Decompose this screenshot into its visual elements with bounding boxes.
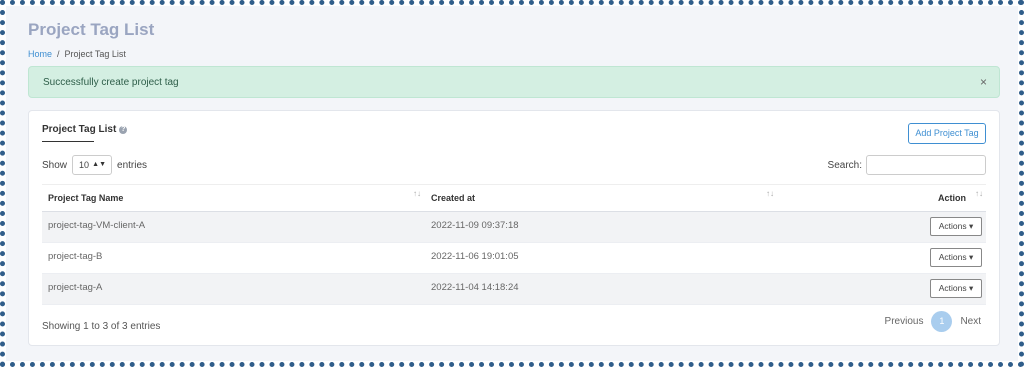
card-title-underline: [42, 141, 94, 142]
card-title-text: Project Tag List: [42, 124, 117, 135]
created-at-cell: 2022-11-09 09:37:18: [431, 220, 519, 231]
add-project-tag-button[interactable]: Add Project Tag: [908, 123, 986, 144]
tag-name-cell: project-tag-VM-client-A: [48, 220, 146, 231]
pagination: Previous 1 Next: [885, 311, 981, 332]
created-at-cell: 2022-11-06 19:01:05: [431, 251, 519, 262]
column-header-action: Action: [938, 193, 966, 203]
select-arrow-icon: ▲▼: [92, 161, 107, 168]
next-page-button[interactable]: Next: [960, 316, 981, 327]
column-header-name[interactable]: Project Tag Name: [48, 193, 123, 203]
search-label: Search:: [827, 159, 862, 171]
actions-button[interactable]: Actions ▾: [930, 248, 982, 267]
sort-icon[interactable]: ↑↓: [413, 189, 421, 198]
tag-name-cell: project-tag-A: [48, 282, 103, 293]
entries-select-value: 10: [79, 160, 90, 170]
close-icon[interactable]: ×: [980, 75, 987, 89]
entries-length-control: Show 10 ▲▼ entries: [42, 155, 147, 175]
created-at-cell: 2022-11-04 14:18:24: [431, 282, 519, 293]
alert-message: Successfully create project tag: [43, 77, 179, 88]
sort-icon: ↑↓: [975, 189, 983, 198]
table-info: Showing 1 to 3 of 3 entries: [42, 321, 161, 332]
project-tag-card: Project Tag List? Add Project Tag Show 1…: [28, 110, 1000, 346]
breadcrumb-home-link[interactable]: Home: [28, 49, 52, 59]
search-control: Search:: [828, 155, 986, 175]
breadcrumb-separator: /: [57, 49, 60, 59]
breadcrumb: Home / Project Tag List: [28, 49, 126, 59]
table-row: project-tag-B 2022-11-06 19:01:05 Action…: [42, 243, 986, 274]
column-header-created[interactable]: Created at: [431, 193, 475, 203]
previous-page-button[interactable]: Previous: [885, 316, 924, 327]
entries-select[interactable]: 10 ▲▼: [72, 155, 113, 175]
table-header: Project Tag Name ↑↓ Created at ↑↓ Action…: [42, 184, 986, 212]
show-label: Show: [42, 159, 68, 171]
project-tag-table: Project Tag Name ↑↓ Created at ↑↓ Action…: [42, 184, 986, 305]
card-title: Project Tag List?: [42, 124, 128, 135]
sort-icon[interactable]: ↑↓: [766, 189, 774, 198]
actions-button[interactable]: Actions ▾: [930, 279, 982, 298]
table-row: project-tag-A 2022-11-04 14:18:24 Action…: [42, 274, 986, 305]
help-icon[interactable]: ?: [119, 126, 128, 134]
tag-name-cell: project-tag-B: [48, 251, 103, 262]
page: Project Tag List Home / Project Tag List S…: [6, 6, 1018, 361]
table-row: project-tag-VM-client-A 2022-11-09 09:37…: [42, 212, 986, 243]
page-title: Project Tag List: [28, 20, 155, 39]
success-alert: Successfully create project tag ×: [28, 66, 1000, 98]
search-input[interactable]: [866, 155, 986, 175]
breadcrumb-current: Project Tag List: [64, 49, 126, 59]
actions-button[interactable]: Actions ▾: [930, 217, 982, 236]
current-page-button[interactable]: 1: [931, 311, 953, 332]
entries-label: entries: [117, 159, 148, 171]
